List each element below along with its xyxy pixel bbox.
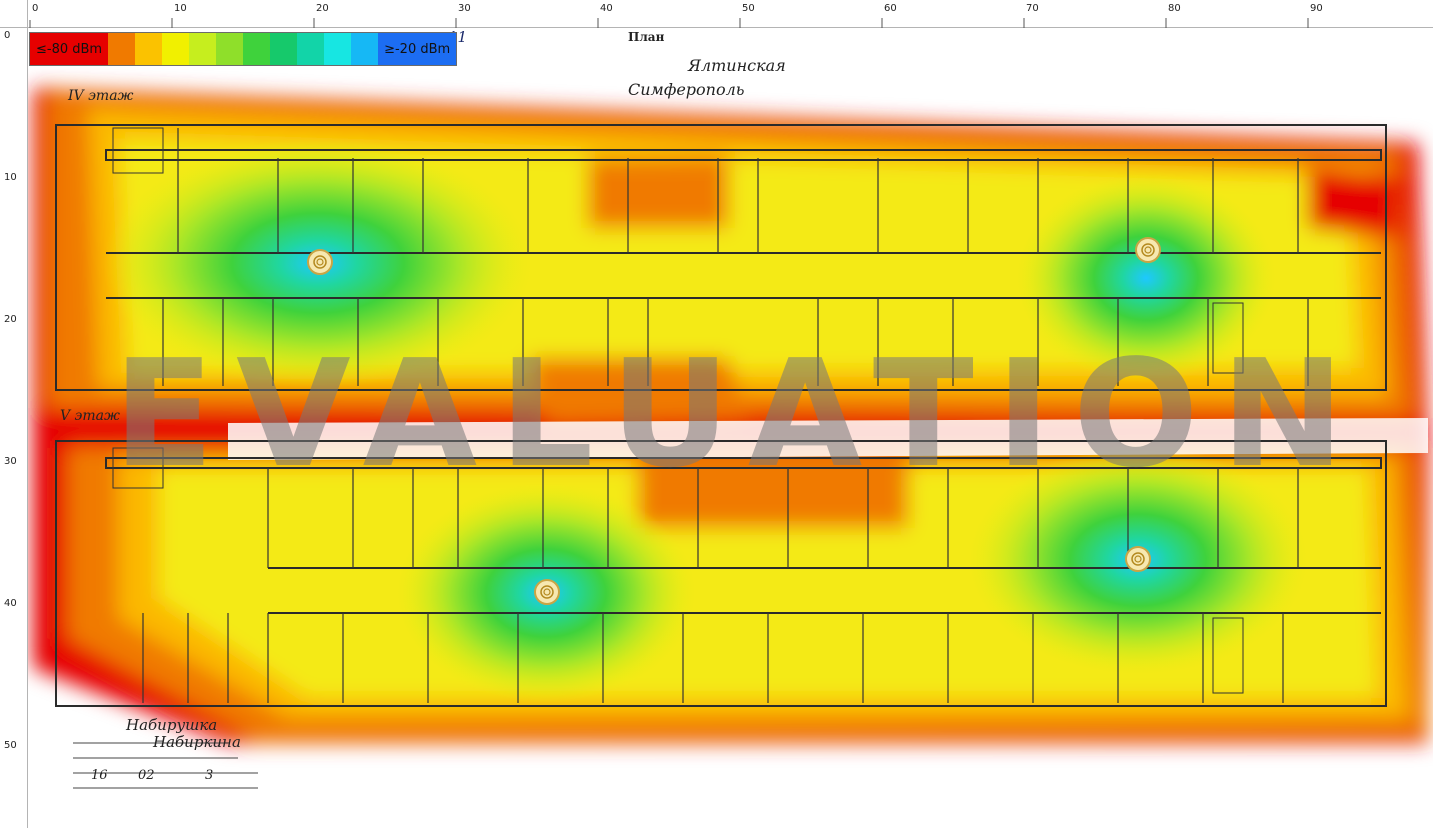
legend-swatch [270, 33, 298, 65]
ruler-top-label: 50 [742, 3, 755, 14]
city-name: Симферополь [628, 80, 745, 99]
ruler-left-label: 20 [4, 314, 17, 325]
signal-legend: ≤-80 dBm ≥-20 dBm [29, 32, 458, 66]
footer-number: 3 [205, 768, 214, 783]
ruler-left-label: 50 [4, 740, 17, 751]
ruler-left-label: 0 [4, 30, 11, 41]
ruler-top-label: 80 [1168, 3, 1181, 14]
ruler-top-label: 10 [174, 3, 187, 14]
legend-min-label: ≤-80 dBm [30, 33, 109, 65]
footer-number: 16 [91, 768, 108, 783]
floor5-label: V этаж [60, 408, 120, 424]
legend-swatch [189, 33, 217, 65]
ruler-top-label: 40 [600, 3, 613, 14]
ruler-left-label: 10 [4, 172, 17, 183]
legend-swatch [351, 33, 379, 65]
legend-swatch [216, 33, 244, 65]
access-point-icon[interactable] [307, 249, 333, 275]
access-point-icon[interactable] [534, 579, 560, 605]
heatmap-canvas[interactable]: План 11 Ялтинская Симферополь IV этаж V … [28, 28, 1433, 828]
vertical-ruler: 0 10 20 30 40 50 [0, 28, 28, 828]
legend-max-label: ≥-20 dBm [378, 33, 457, 65]
ruler-corner [0, 0, 28, 28]
legend-swatch [135, 33, 163, 65]
ruler-top-label: 30 [458, 3, 471, 14]
legend-swatch [297, 33, 325, 65]
access-point-icon[interactable] [1125, 546, 1151, 572]
ruler-top-label: 70 [1026, 3, 1039, 14]
signature-1: Набирушка [126, 716, 218, 734]
evaluation-watermark: EVALUATION [113, 328, 1367, 500]
legend-swatch [108, 33, 136, 65]
plan-title: План [628, 30, 665, 44]
ruler-top-label: 90 [1310, 3, 1323, 14]
ruler-top-label: 60 [884, 3, 897, 14]
horizontal-ruler: 0 10 20 30 40 50 60 70 80 90 [0, 0, 1433, 28]
signature-2: Набиркина [153, 733, 241, 751]
floor4-label: IV этаж [68, 88, 134, 104]
ruler-top-label: 0 [32, 3, 39, 14]
footer-number: 02 [138, 768, 155, 783]
ruler-left-label: 30 [4, 456, 17, 467]
ruler-left-label: 40 [4, 598, 17, 609]
legend-swatch [243, 33, 271, 65]
legend-swatch [162, 33, 190, 65]
legend-swatch [324, 33, 352, 65]
ruler-top-label: 20 [316, 3, 329, 14]
street-name: Ялтинская [688, 56, 786, 75]
access-point-icon[interactable] [1135, 237, 1161, 263]
